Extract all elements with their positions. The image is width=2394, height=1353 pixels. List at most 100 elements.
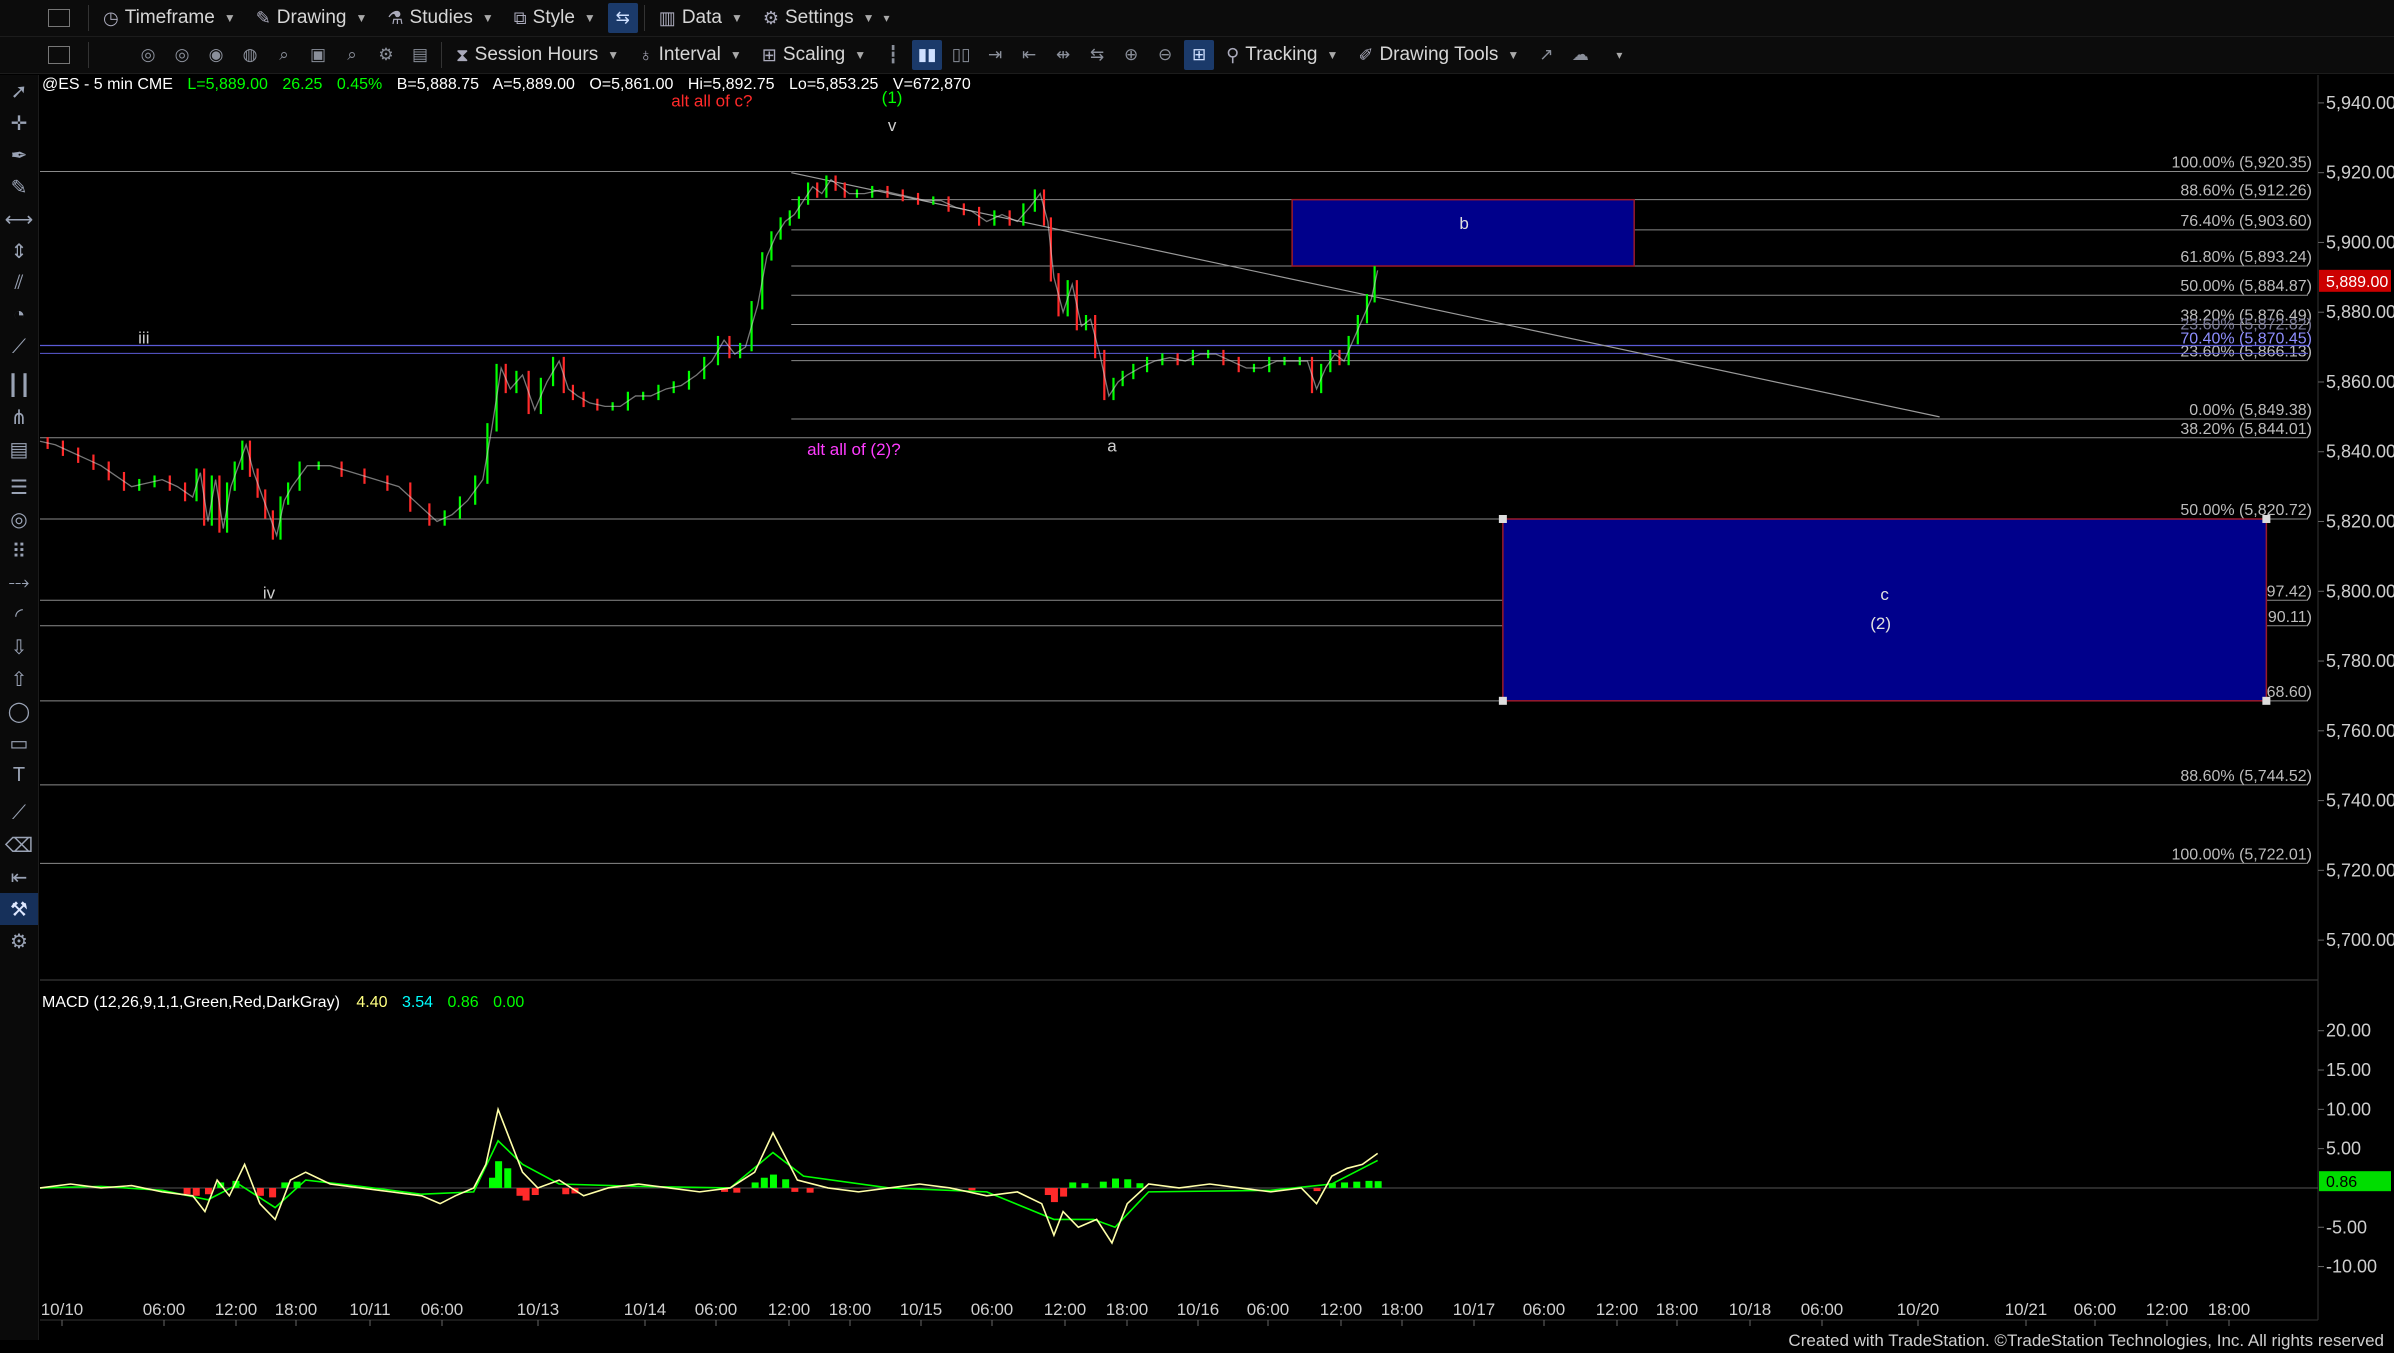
fib-level-label: 76.40% (5,903.60) (2180, 213, 2312, 230)
time-tick-label: 12:00 (768, 1300, 811, 1319)
session-hours-menu[interactable]: ⧗ Session Hours ▼ (446, 40, 629, 70)
macd-avg-value: 3.54 (402, 994, 433, 1011)
macd-hist-up (782, 1179, 790, 1188)
tracking-menu[interactable]: ⚲ Tracking ▼ (1216, 40, 1348, 70)
time-tick-label: 18:00 (2208, 1300, 2251, 1319)
link-icon[interactable]: ⇆ (607, 3, 638, 33)
chat-icon[interactable]: ☁ (1565, 40, 1595, 70)
fib-level-label: 88.60% (5,744.52) (2180, 768, 2312, 785)
wave-label: iv (263, 583, 276, 602)
pencil-icon: ✎ (255, 7, 271, 28)
wave-label: alt all of (2)? (807, 440, 901, 459)
refresh-alt-icon[interactable]: ◎ (167, 40, 197, 70)
wave-label: alt all of c? (671, 91, 752, 110)
time-tick-label: 18:00 (1106, 1300, 1149, 1319)
settings-menu[interactable]: ⚙ Settings ▼ ▾ (753, 3, 900, 33)
zoom-out-icon[interactable]: ⊖ (1150, 40, 1180, 70)
separator (88, 5, 89, 31)
overflow-menu[interactable]: ▾ (1597, 40, 1632, 70)
fib-level-label: 50.00% (5,884.87) (2180, 278, 2312, 295)
macd-name: MACD (12,26,9,1,1,Green,Red,DarkGray) (42, 994, 340, 1011)
macd-hist-up (1069, 1182, 1077, 1188)
time-tick-label: 18:00 (1656, 1300, 1699, 1319)
macd-hist-up (1341, 1182, 1349, 1188)
interval-icon: ♁ (639, 44, 653, 65)
zoom-in-bars-icon[interactable]: ⇥ (980, 40, 1010, 70)
price-tick-label: 5,800.00 (2326, 581, 2394, 601)
price-tick-label: 5,840.00 (2326, 442, 2394, 462)
macd-tick-label: -10.00 (2326, 1257, 2377, 1277)
time-tick-label: 06:00 (971, 1300, 1014, 1319)
high-price: Hi=5,892.75 (688, 76, 775, 93)
zoom-icon[interactable]: ⌕ (337, 40, 367, 70)
macd-hist-up (504, 1168, 512, 1188)
macd-info-line: MACD (12,26,9,1,1,Green,Red,DarkGray) 4.… (42, 994, 524, 1011)
window-box-icon[interactable] (48, 9, 70, 27)
save-icon[interactable]: ▣ (303, 40, 333, 70)
wave-label-c: c (1880, 585, 1889, 604)
link-icon[interactable]: ⇆ (1082, 40, 1112, 70)
drawing-menu[interactable]: ✎ Drawing ▼ (246, 3, 378, 33)
wave-label: v (888, 116, 897, 135)
search-icon[interactable]: ⌕ (269, 40, 299, 70)
time-tick-label: 12:00 (1320, 1300, 1363, 1319)
share-icon[interactable]: ↗ (1531, 40, 1561, 70)
window-box-icon[interactable] (48, 46, 70, 64)
chevron-down-icon: ▼ (355, 11, 368, 25)
macd-hist-down (1050, 1187, 1058, 1203)
scaling-menu[interactable]: ⊞ Scaling ▼ (752, 40, 876, 70)
macd-zero-value: 0.00 (493, 994, 524, 1011)
style-menu[interactable]: ⧉ Style ▼ (504, 3, 606, 33)
zoom-in-icon[interactable]: ⊕ (1116, 40, 1146, 70)
timeframe-menu[interactable]: ◷ Timeframe ▼ (93, 3, 246, 33)
snapshot-icon[interactable]: ▤ (405, 40, 435, 70)
separator (643, 5, 645, 31)
format-icon[interactable]: ⚙ (371, 40, 401, 70)
price-tick-label: 5,860.00 (2326, 372, 2394, 392)
zone-handle (1498, 515, 1507, 523)
time-tick-label: 12:00 (215, 1300, 258, 1319)
fib-level-label: 70.40% (5,870.45) (2180, 331, 2312, 348)
bar-chart-icon: ▥ (658, 7, 676, 28)
zone-handle (2262, 515, 2271, 523)
macd-hist-down (733, 1187, 741, 1193)
wave-label: iii (138, 329, 149, 348)
gear-icon: ⚙ (762, 7, 779, 28)
overflow-icon: ▾ (883, 11, 890, 25)
macd-hist-up (1081, 1183, 1089, 1188)
interval-menu[interactable]: ♁ Interval ▼ (629, 40, 752, 70)
macd-panel: 20.00 15.00 10.00 5.00 -5.00 -10.00 0.86 (39, 1021, 2391, 1277)
price-tick-label: 5,780.00 (2326, 651, 2394, 671)
chevron-down-icon: ▼ (730, 11, 743, 25)
price-tick-label: 5,900.00 (2326, 232, 2394, 252)
refresh-icon[interactable]: ◎ (133, 40, 163, 70)
hollow-candle-icon[interactable]: ▯▯ (946, 40, 976, 70)
bar-chart-type-icon[interactable]: ┇ (878, 40, 908, 70)
candlestick-chart-type-icon[interactable]: ▮▮ (912, 40, 943, 70)
chevron-down-icon: ▼ (1507, 48, 1520, 62)
data-menu[interactable]: ▥ Data ▼ (649, 3, 753, 33)
studies-menu[interactable]: ⚗ Studies ▼ (377, 3, 503, 33)
price-tick-label: 5,720.00 (2326, 860, 2394, 880)
tracking-icon: ⚲ (1226, 44, 1240, 65)
drawing-tools-menu[interactable]: ✐ Drawing Tools ▼ (1348, 40, 1529, 70)
compare-icon[interactable]: ◉ (201, 40, 231, 70)
macd-hist-down (1313, 1187, 1321, 1192)
fibonacci-levels: 100.00% (5,920.35) 88.60% (5,912.26) 76.40… (40, 154, 2312, 864)
macd-hist-up (1112, 1178, 1120, 1188)
grid-icon[interactable]: ⊞ (1184, 40, 1215, 70)
center-icon[interactable]: ⇹ (1048, 40, 1078, 70)
price-tick-label: 5,700.00 (2326, 930, 2394, 950)
fib-level-label: 100.00% (5,722.01) (2171, 846, 2312, 863)
price-chart[interactable]: 100.00% (5,920.35) 88.60% (5,912.26) 76.40… (0, 75, 2394, 1340)
zoom-out-bars-icon[interactable]: ⇤ (1014, 40, 1044, 70)
time-tick-label: 10/14 (624, 1300, 667, 1319)
macd-hist-up (1099, 1181, 1107, 1188)
time-tick-label: 06:00 (421, 1300, 464, 1319)
macd-value: 4.40 (356, 994, 387, 1011)
time-tick-label: 10/20 (1897, 1300, 1940, 1319)
macd-tick-label: 10.00 (2326, 1099, 2371, 1119)
open-price: O=5,861.00 (589, 76, 673, 93)
macd-line (39, 1106, 1379, 1245)
symbol-link-icon[interactable]: ◍ (235, 40, 265, 70)
